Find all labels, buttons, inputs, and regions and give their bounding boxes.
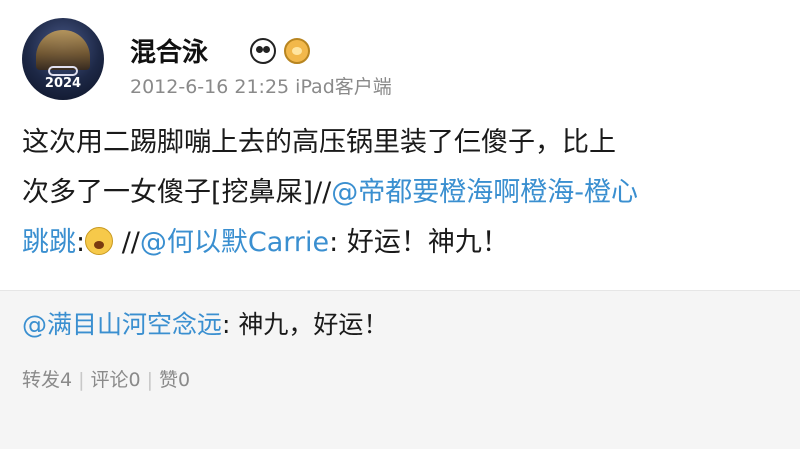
avatar-arch-graphic — [36, 30, 90, 70]
post-text-line-1: 这次用二踢脚嘣上去的高压锅里装了仨傻子，比上 — [22, 127, 616, 158]
stats-separator: | — [78, 369, 85, 391]
post-text-line-3: 跳跳: //@何以默Carrie: 好运！神九！ — [22, 218, 782, 268]
post-header: 2024 混合泳 2012-6-16 21:25 iPad客户端 — [22, 18, 782, 104]
username[interactable]: 混合泳 — [130, 32, 208, 69]
repost-count-link[interactable]: 转发4 — [22, 369, 72, 391]
repost-text: @满目山河空念远: 神九，好运！ — [22, 305, 388, 341]
repost-body: : 神九，好运！ — [222, 310, 389, 339]
mention-link-2[interactable]: @何以默Carrie — [140, 227, 329, 258]
repost-author-link[interactable]: @满目山河空念远 — [22, 310, 222, 339]
post-meta: 2012-6-16 21:25 iPad客户端 — [130, 72, 392, 99]
shocked-face-emoji-icon — [85, 227, 114, 255]
colon-text: : — [76, 227, 86, 258]
panda-icon — [250, 38, 276, 64]
fish-icon — [284, 38, 310, 64]
post-text-line-2: 次多了一女傻子[挖鼻屎]//@帝都要橙海啊橙海-橙心 — [22, 168, 782, 218]
post-timestamp: 2012-6-16 21:25 — [130, 76, 290, 98]
olympic-rings-icon — [48, 66, 78, 76]
repost-separator: // — [113, 227, 140, 258]
post-text-plain: 次多了一女傻子[挖鼻屎]// — [22, 177, 332, 208]
mention-link-1-cont[interactable]: 跳跳 — [22, 227, 76, 258]
like-count-link[interactable]: 赞0 — [159, 369, 190, 391]
post-content: 这次用二踢脚嘣上去的高压锅里装了仨傻子，比上 次多了一女傻子[挖鼻屎]//@帝都… — [22, 118, 782, 268]
avatar[interactable]: 2024 — [22, 18, 104, 100]
post-source: iPad客户端 — [295, 76, 392, 98]
mention-link-1[interactable]: @帝都要橙海啊橙海-橙心 — [331, 177, 638, 208]
avatar-year-text: 2024 — [44, 76, 82, 91]
post-text-tail: : 好运！神九！ — [329, 227, 509, 258]
repost-stats: 转发4 | 评论0 | 赞0 — [22, 365, 190, 392]
comment-count-link[interactable]: 评论0 — [91, 369, 141, 391]
repost-box[interactable]: @满目山河空念远: 神九，好运！ 转发4 | 评论0 | 赞0 — [0, 290, 800, 449]
stats-separator: | — [146, 369, 153, 391]
